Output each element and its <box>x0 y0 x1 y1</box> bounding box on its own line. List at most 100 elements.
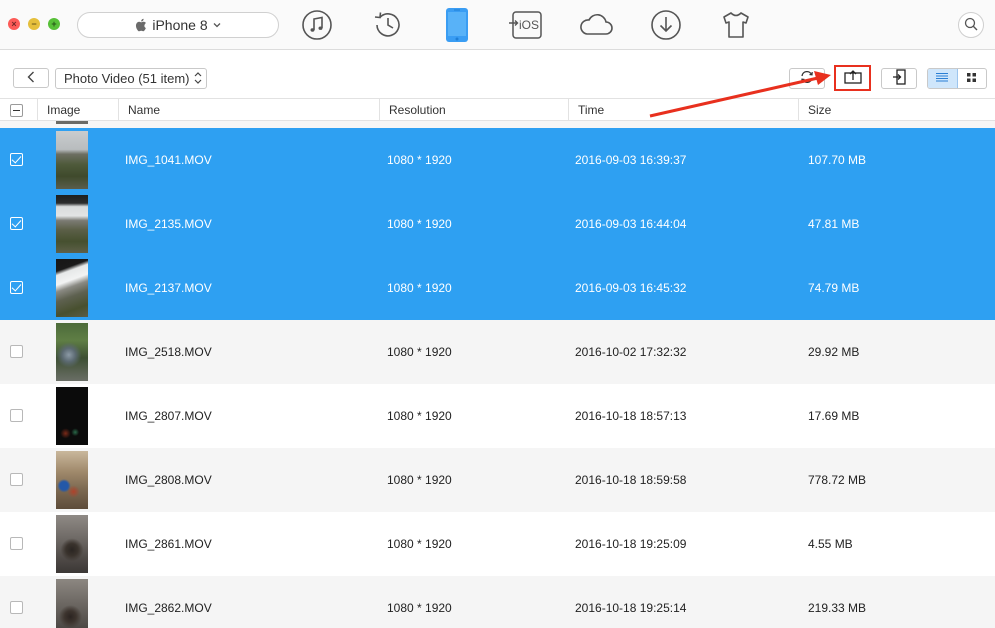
minimize-window-button[interactable]: − <box>28 18 40 30</box>
table-row[interactable]: IMG_2861.MOV 1080 * 1920 2016-10-18 19:2… <box>0 512 995 576</box>
table-row[interactable]: IMG_2135.MOV 1080 * 1920 2016-09-03 16:4… <box>0 192 995 256</box>
row-checkbox[interactable] <box>10 153 23 166</box>
category-label: Photo Video (51 item) <box>64 71 190 86</box>
device-name: iPhone 8 <box>152 17 208 33</box>
file-name: IMG_2808.MOV <box>125 473 212 487</box>
app-window: × − + iPhone 8 iOS Photo Video (51 item)… <box>0 0 995 628</box>
file-size: 74.79 MB <box>808 281 860 295</box>
file-name: IMG_2135.MOV <box>125 217 212 231</box>
search-icon <box>964 17 978 34</box>
file-time: 2016-09-03 16:45:32 <box>575 281 687 295</box>
file-name: IMG_2518.MOV <box>125 345 212 359</box>
video-thumbnail <box>56 579 88 628</box>
table-row[interactable]: IMG_2808.MOV 1080 * 1920 2016-10-18 18:5… <box>0 448 995 512</box>
file-name: IMG_2137.MOV <box>125 281 212 295</box>
close-window-button[interactable]: × <box>8 18 20 30</box>
table-row[interactable]: IMG_2807.MOV 1080 * 1920 2016-10-18 18:5… <box>0 384 995 448</box>
file-resolution: 1080 * 1920 <box>387 281 452 295</box>
phone-icon[interactable] <box>439 7 475 43</box>
file-size: 29.92 MB <box>808 345 860 359</box>
video-thumbnail <box>56 323 88 381</box>
column-header-time[interactable]: Time <box>568 99 798 121</box>
list-view-button[interactable] <box>928 69 958 88</box>
video-thumbnail <box>56 387 88 445</box>
file-resolution: 1080 * 1920 <box>387 217 452 231</box>
row-checkbox[interactable] <box>10 217 23 230</box>
file-time: 2016-10-18 18:59:58 <box>575 473 687 487</box>
row-checkbox[interactable] <box>10 345 23 358</box>
table-row[interactable]: IMG_1041.MOV 1080 * 1920 2016-09-03 16:3… <box>0 128 995 192</box>
chevron-left-icon <box>27 71 35 86</box>
file-name: IMG_2807.MOV <box>125 409 212 423</box>
to-device-button[interactable] <box>881 68 917 89</box>
file-time: 2016-09-03 16:44:04 <box>575 217 687 231</box>
table-header: Image Name Resolution Time Size <box>0 98 995 121</box>
row-checkbox[interactable] <box>10 281 23 294</box>
file-time: 2016-09-03 16:39:37 <box>575 153 687 167</box>
file-size: 47.81 MB <box>808 217 860 231</box>
video-thumbnail <box>56 131 88 189</box>
table-row[interactable]: IMG_2137.MOV 1080 * 1920 2016-09-03 16:4… <box>0 256 995 320</box>
file-size: 4.55 MB <box>808 537 853 551</box>
column-header-resolution[interactable]: Resolution <box>379 99 568 121</box>
export-to-computer-icon <box>843 69 862 87</box>
file-size: 17.69 MB <box>808 409 860 423</box>
apple-icon <box>135 18 147 32</box>
row-checkbox[interactable] <box>10 409 23 422</box>
category-selector[interactable]: Photo Video (51 item) <box>55 68 207 89</box>
file-size: 219.33 MB <box>808 601 867 615</box>
refresh-icon <box>799 70 815 87</box>
file-size: 778.72 MB <box>808 473 867 487</box>
svg-text:iOS: iOS <box>519 18 539 32</box>
chevron-down-icon <box>213 22 221 28</box>
video-thumbnail <box>56 451 88 509</box>
row-checkbox[interactable] <box>10 537 23 550</box>
row-checkbox[interactable] <box>10 473 23 486</box>
column-header-name[interactable]: Name <box>118 99 379 121</box>
tshirt-icon[interactable] <box>718 7 754 43</box>
top-toolbar: × − + iPhone 8 iOS <box>0 0 995 50</box>
video-thumbnail <box>56 259 88 317</box>
file-time: 2016-10-18 19:25:09 <box>575 537 687 551</box>
device-selector[interactable]: iPhone 8 <box>77 12 279 38</box>
file-resolution: 1080 * 1920 <box>387 153 452 167</box>
file-name: IMG_1041.MOV <box>125 153 212 167</box>
file-time: 2016-10-02 17:32:32 <box>575 345 687 359</box>
file-time: 2016-10-18 18:57:13 <box>575 409 687 423</box>
file-resolution: 1080 * 1920 <box>387 409 452 423</box>
updown-arrows-icon <box>194 71 202 90</box>
video-list: IMG_1041.MOV 1080 * 1920 2016-09-03 16:3… <box>0 121 995 628</box>
maximize-window-button[interactable]: + <box>48 18 60 30</box>
music-icon[interactable] <box>299 7 335 43</box>
search-button[interactable] <box>958 12 984 38</box>
refresh-button[interactable] <box>789 68 825 89</box>
table-row[interactable]: IMG_2862.MOV 1080 * 1920 2016-10-18 19:2… <box>0 576 995 628</box>
secondary-toolbar: Photo Video (51 item) <box>0 58 995 98</box>
column-header-size[interactable]: Size <box>798 99 995 121</box>
file-time: 2016-10-18 19:25:14 <box>575 601 687 615</box>
history-icon[interactable] <box>370 7 406 43</box>
grid-icon <box>966 72 977 86</box>
table-row[interactable]: IMG_2518.MOV 1080 * 1920 2016-10-02 17:3… <box>0 320 995 384</box>
grid-view-button[interactable] <box>958 69 987 88</box>
file-size: 107.70 MB <box>808 153 867 167</box>
cloud-icon[interactable] <box>578 7 614 43</box>
file-name: IMG_2861.MOV <box>125 537 212 551</box>
select-all-checkbox[interactable] <box>10 104 23 117</box>
file-resolution: 1080 * 1920 <box>387 345 452 359</box>
file-name: IMG_2862.MOV <box>125 601 212 615</box>
file-resolution: 1080 * 1920 <box>387 473 452 487</box>
download-icon[interactable] <box>648 7 684 43</box>
file-resolution: 1080 * 1920 <box>387 537 452 551</box>
row-checkbox[interactable] <box>10 601 23 614</box>
back-button[interactable] <box>13 68 49 88</box>
column-header-image[interactable]: Image <box>37 99 118 121</box>
view-mode-toggle <box>927 68 987 89</box>
to-computer-button[interactable] <box>834 65 871 91</box>
to-ios-icon[interactable]: iOS <box>508 7 544 43</box>
video-thumbnail <box>56 121 88 124</box>
table-row-partial <box>0 121 995 128</box>
list-icon <box>935 72 949 86</box>
import-to-device-icon <box>892 69 906 88</box>
video-thumbnail <box>56 195 88 253</box>
